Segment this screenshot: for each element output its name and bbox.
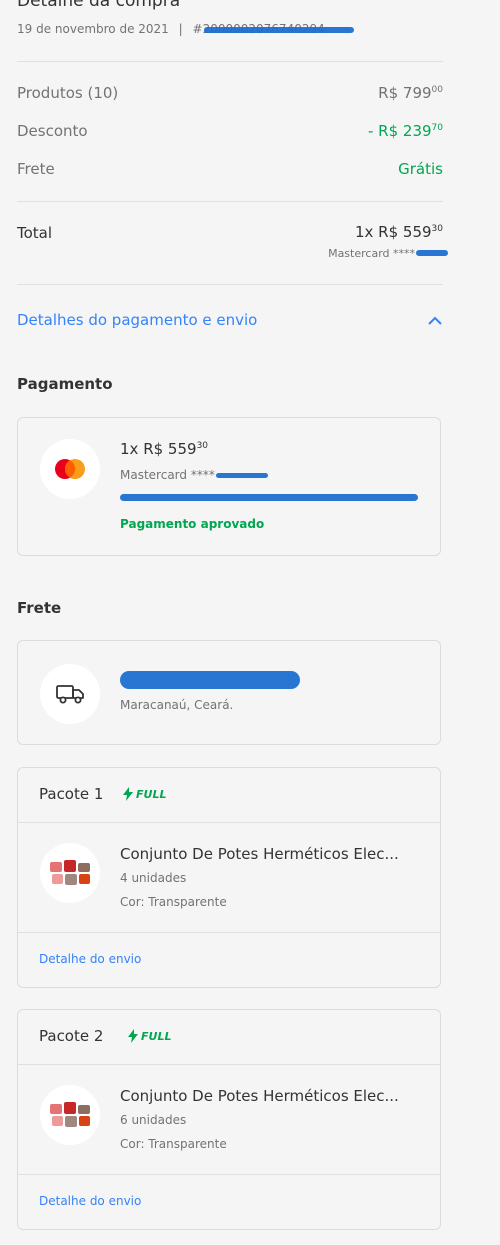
product-quantity: 6 unidades	[120, 1113, 187, 1127]
product-name[interactable]: Conjunto De Potes Herméticos Elec...	[120, 845, 399, 863]
products-value: R$ 79900	[378, 84, 443, 102]
product-variant: Cor: Transparente	[120, 1137, 227, 1151]
product-variant: Cor: Transparente	[120, 895, 227, 909]
payment-section-title: Pagamento	[17, 375, 113, 393]
chevron-up-icon	[427, 313, 443, 327]
payment-card-info: Mastercard ****	[120, 468, 215, 482]
redaction-card-digits	[416, 250, 448, 256]
full-badge: FULL	[128, 1029, 171, 1043]
product-name[interactable]: Conjunto De Potes Herméticos Elec...	[120, 1087, 399, 1105]
order-separator: |	[178, 22, 183, 36]
package-card: Pacote 2 FULL Conjunto De Potes Hermétic…	[17, 1009, 441, 1230]
package-card: Pacote 1 FULL Conjunto De Potes Hermétic…	[17, 767, 441, 988]
shipping-detail-link[interactable]: Detalhe do envio	[39, 1194, 141, 1208]
product-image	[40, 843, 100, 903]
divider	[17, 284, 443, 285]
products-label: Produtos (10)	[17, 84, 119, 102]
order-date: 19 de novembro de 2021	[17, 22, 169, 36]
payment-amount: 1x R$ 55930	[120, 440, 209, 458]
package-footer: Detalhe do envio	[18, 1174, 440, 1229]
product-image	[40, 1085, 100, 1145]
toggle-label: Detalhes do pagamento e envio	[17, 311, 258, 329]
total-label: Total	[17, 224, 53, 242]
package-header: Pacote 2 FULL	[18, 1010, 440, 1065]
package-title: Pacote 1	[39, 785, 104, 803]
package-header: Pacote 1 FULL	[18, 768, 440, 823]
divider	[17, 201, 443, 202]
page-title: Detalhe da compra	[17, 0, 181, 11]
full-badge: FULL	[123, 787, 166, 801]
package-title: Pacote 2	[39, 1027, 104, 1045]
product-quantity: 4 unidades	[120, 871, 187, 885]
redaction-order-id	[204, 27, 354, 33]
shipping-location: Maracanaú, Ceará.	[120, 698, 234, 712]
lightning-icon	[128, 1029, 138, 1043]
truck-icon	[40, 664, 100, 724]
redaction-payment-card	[216, 473, 268, 478]
payment-shipping-toggle[interactable]: Detalhes do pagamento e envio	[17, 300, 443, 340]
payment-status: Pagamento aprovado	[120, 517, 265, 531]
total-value: 1x R$ 55930	[354, 223, 443, 241]
mastercard-icon	[40, 439, 100, 499]
shipping-label: Frete	[17, 160, 55, 178]
redaction-shipping-address	[120, 671, 300, 689]
discount-value: - R$ 23970	[368, 122, 443, 140]
discount-label: Desconto	[17, 122, 88, 140]
shipping-detail-link[interactable]: Detalhe do envio	[39, 952, 141, 966]
redaction-payment-meta	[120, 494, 418, 501]
lightning-icon	[123, 787, 133, 801]
shipping-section-title: Frete	[17, 599, 62, 617]
total-card: Mastercard ****	[328, 247, 415, 260]
divider	[17, 61, 443, 62]
shipping-value: Grátis	[398, 160, 443, 178]
payment-card: 1x R$ 55930 Mastercard **** Pagamento ap…	[17, 417, 441, 556]
package-footer: Detalhe do envio	[18, 932, 440, 987]
shipping-card: Maracanaú, Ceará.	[17, 640, 441, 745]
